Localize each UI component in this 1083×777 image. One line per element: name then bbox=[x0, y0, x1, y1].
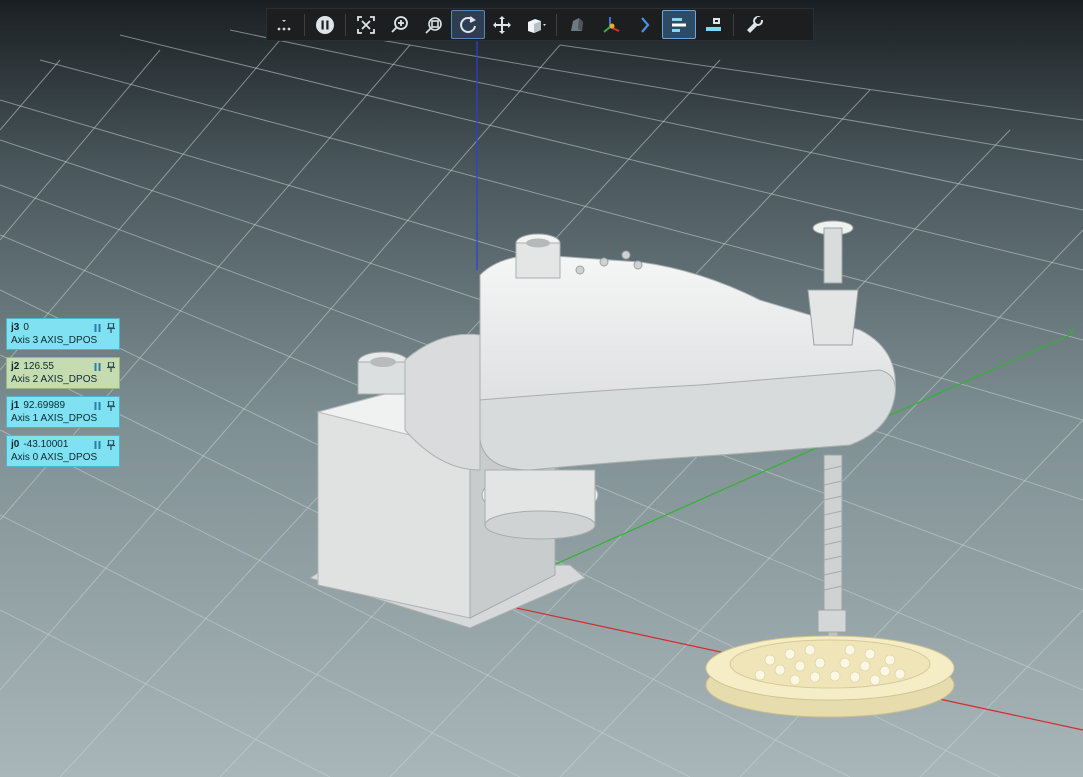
joint-description: Axis 1 AXIS_DPOS bbox=[11, 413, 98, 424]
object-shading-button[interactable] bbox=[560, 10, 594, 39]
more-options-icon bbox=[277, 19, 291, 30]
axes-frame-button[interactable] bbox=[594, 10, 628, 39]
3d-viewport[interactable]: Y j3 0 Axis 3 AXIS_DPOS j2 126.55 Axis 2… bbox=[0, 0, 1083, 777]
axes-frame-icon bbox=[603, 16, 620, 33]
joint-panel-j2[interactable]: j2 126.55 Axis 2 AXIS_DPOS bbox=[6, 357, 120, 389]
chevron-right-icon bbox=[641, 16, 650, 33]
pan-icon bbox=[493, 15, 511, 34]
pin-icon[interactable] bbox=[107, 439, 115, 450]
pin-icon[interactable] bbox=[107, 322, 115, 333]
pause-button[interactable] bbox=[308, 10, 342, 39]
pin-icon[interactable] bbox=[107, 361, 115, 372]
y-axis-label: Y bbox=[1068, 327, 1076, 339]
joint-value: 92.69989 bbox=[23, 400, 66, 411]
pause-icon[interactable] bbox=[94, 362, 101, 371]
settings-tool-icon bbox=[747, 15, 763, 33]
view-cube-button[interactable] bbox=[519, 10, 553, 39]
joint-name: j3 bbox=[11, 322, 20, 333]
joint-slider-button[interactable] bbox=[696, 10, 730, 39]
joint-panels-icon bbox=[672, 17, 686, 32]
pause-icon[interactable] bbox=[94, 440, 101, 449]
joint-name: j0 bbox=[11, 439, 20, 450]
toolbar-separator bbox=[345, 13, 346, 36]
view-cube-icon bbox=[528, 18, 546, 33]
pan-button[interactable] bbox=[485, 10, 519, 39]
robot-scene[interactable]: Y bbox=[0, 0, 1083, 777]
view-toolbar bbox=[266, 8, 814, 41]
zoom-in-icon bbox=[391, 15, 408, 33]
joint-name: j1 bbox=[11, 400, 20, 411]
toolbar-separator bbox=[556, 13, 557, 36]
joint-panel-j0[interactable]: j0 -43.10001 Axis 0 AXIS_DPOS bbox=[6, 435, 120, 467]
rotate-view-button[interactable] bbox=[451, 10, 485, 39]
joint-panel-j1[interactable]: j1 92.69989 Axis 1 AXIS_DPOS bbox=[6, 396, 120, 428]
toolbar-separator bbox=[733, 13, 734, 36]
more-options-button[interactable] bbox=[267, 10, 301, 39]
object-shading-icon bbox=[571, 17, 583, 31]
rotate-view-icon bbox=[460, 15, 476, 33]
zoom-region-icon bbox=[425, 16, 442, 34]
pause-icon[interactable] bbox=[94, 323, 101, 332]
zoom-region-button[interactable] bbox=[417, 10, 451, 39]
joint-value: 0 bbox=[23, 322, 29, 333]
joint-value: -43.10001 bbox=[23, 439, 69, 450]
joint-description: Axis 3 AXIS_DPOS bbox=[11, 335, 98, 346]
joint-description: Axis 0 AXIS_DPOS bbox=[11, 452, 98, 463]
joint-panel-j3[interactable]: j3 0 Axis 3 AXIS_DPOS bbox=[6, 318, 120, 350]
fit-view-button[interactable] bbox=[349, 10, 383, 39]
joint-description: Axis 2 AXIS_DPOS bbox=[11, 374, 98, 385]
work-platter bbox=[705, 635, 955, 718]
joint-slider-icon bbox=[706, 17, 721, 31]
joint-value: 126.55 bbox=[23, 361, 54, 372]
settings-tool-button[interactable] bbox=[737, 10, 771, 39]
fit-view-icon bbox=[357, 15, 375, 34]
joint-panels-button[interactable] bbox=[662, 10, 696, 39]
zoom-in-button[interactable] bbox=[383, 10, 417, 39]
joint-name: j2 bbox=[11, 361, 20, 372]
toolbar-separator bbox=[304, 13, 305, 36]
pause-icon bbox=[316, 15, 334, 34]
expand-button[interactable] bbox=[628, 10, 662, 39]
pin-icon[interactable] bbox=[107, 400, 115, 411]
pause-icon[interactable] bbox=[94, 401, 101, 410]
